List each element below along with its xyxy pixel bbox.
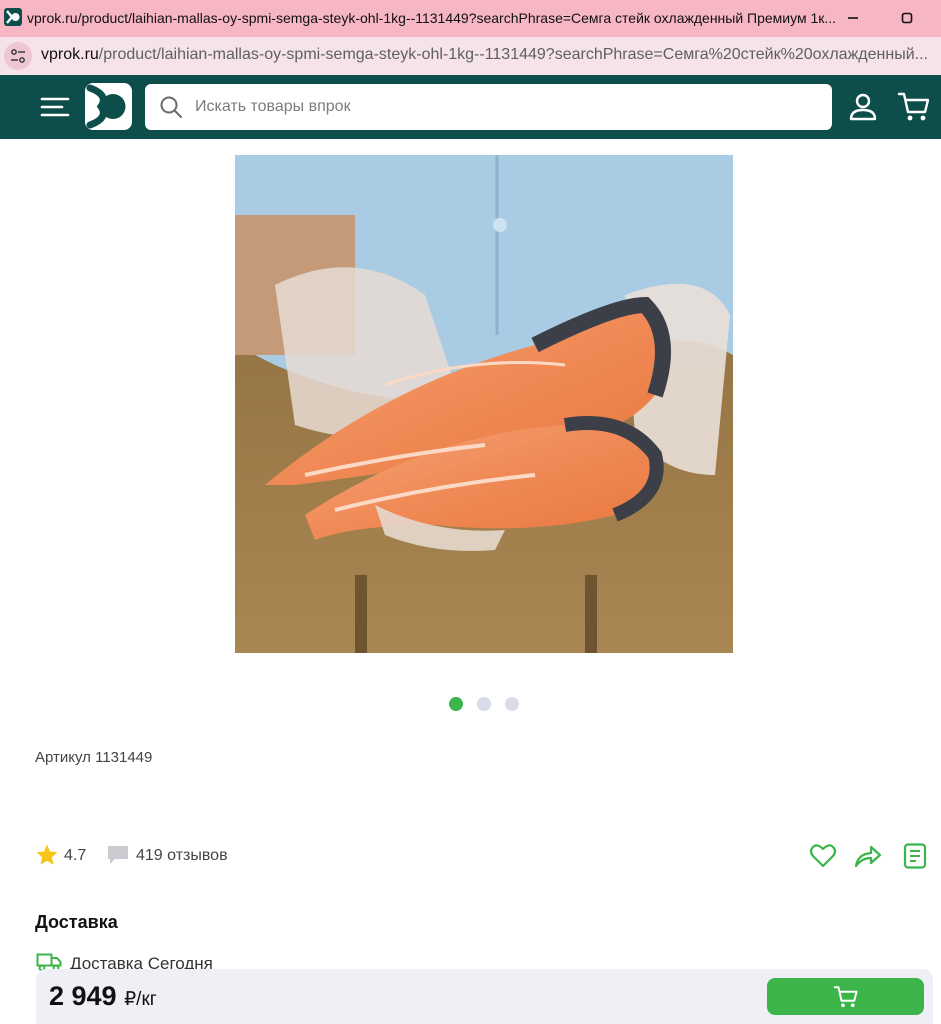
url-path: /product/laihian-mallas-oy-spmi-semga-st…	[98, 46, 928, 63]
gallery-dot[interactable]	[449, 697, 463, 711]
minimize-icon	[848, 17, 858, 19]
site-favicon	[4, 8, 22, 26]
gallery-dot[interactable]	[477, 697, 491, 711]
rating-row: 4.7 419 отзывов	[35, 843, 935, 869]
price-value: 2 949	[49, 981, 117, 1011]
product-article: Артикул 1131449	[35, 749, 153, 766]
cart-icon	[833, 985, 857, 1007]
comment-icon	[108, 846, 128, 864]
tab-title: vprok.ru/product/laihian-mallas-oy-spmi-…	[27, 10, 837, 26]
price: 2 949 ₽/кг	[49, 981, 157, 1012]
site-logo[interactable]	[85, 83, 132, 130]
url-host: vprok.ru	[41, 46, 99, 63]
rating-value: 4.7	[64, 847, 87, 864]
maximize-button[interactable]	[896, 8, 918, 28]
gallery-pagination	[449, 697, 519, 711]
add-to-cart-button[interactable]	[767, 978, 924, 1015]
share-icon[interactable]	[854, 843, 882, 869]
minimize-button[interactable]	[842, 8, 864, 28]
search-input[interactable]	[195, 92, 815, 122]
url-text[interactable]: vprok.ru/product/laihian-mallas-oy-spmi-…	[41, 46, 931, 64]
salmon-steak-image	[235, 155, 733, 653]
price-unit: ₽/кг	[124, 989, 157, 1010]
search-box[interactable]	[145, 84, 832, 130]
menu-icon[interactable]	[40, 95, 70, 119]
gallery-dot[interactable]	[505, 697, 519, 711]
browser-title-bar: vprok.ru/product/laihian-mallas-oy-spmi-…	[0, 0, 941, 37]
site-header	[0, 75, 941, 139]
search-icon[interactable]	[159, 95, 183, 119]
site-settings-button[interactable]	[4, 42, 32, 70]
maximize-icon	[901, 12, 913, 24]
product-photo[interactable]	[235, 155, 733, 653]
cart-icon[interactable]	[897, 91, 931, 123]
notes-icon[interactable]	[901, 843, 929, 869]
heart-icon[interactable]	[809, 843, 837, 869]
reviews-link[interactable]: 419 отзывов	[136, 847, 228, 865]
tune-icon	[11, 49, 25, 63]
logo-icon	[86, 84, 126, 129]
star-icon	[36, 844, 58, 865]
purchase-bar: 2 949 ₽/кг	[36, 969, 933, 1024]
delivery-heading: Доставка	[35, 912, 118, 932]
user-icon[interactable]	[848, 92, 878, 122]
address-bar[interactable]: vprok.ru/product/laihian-mallas-oy-spmi-…	[0, 37, 941, 75]
